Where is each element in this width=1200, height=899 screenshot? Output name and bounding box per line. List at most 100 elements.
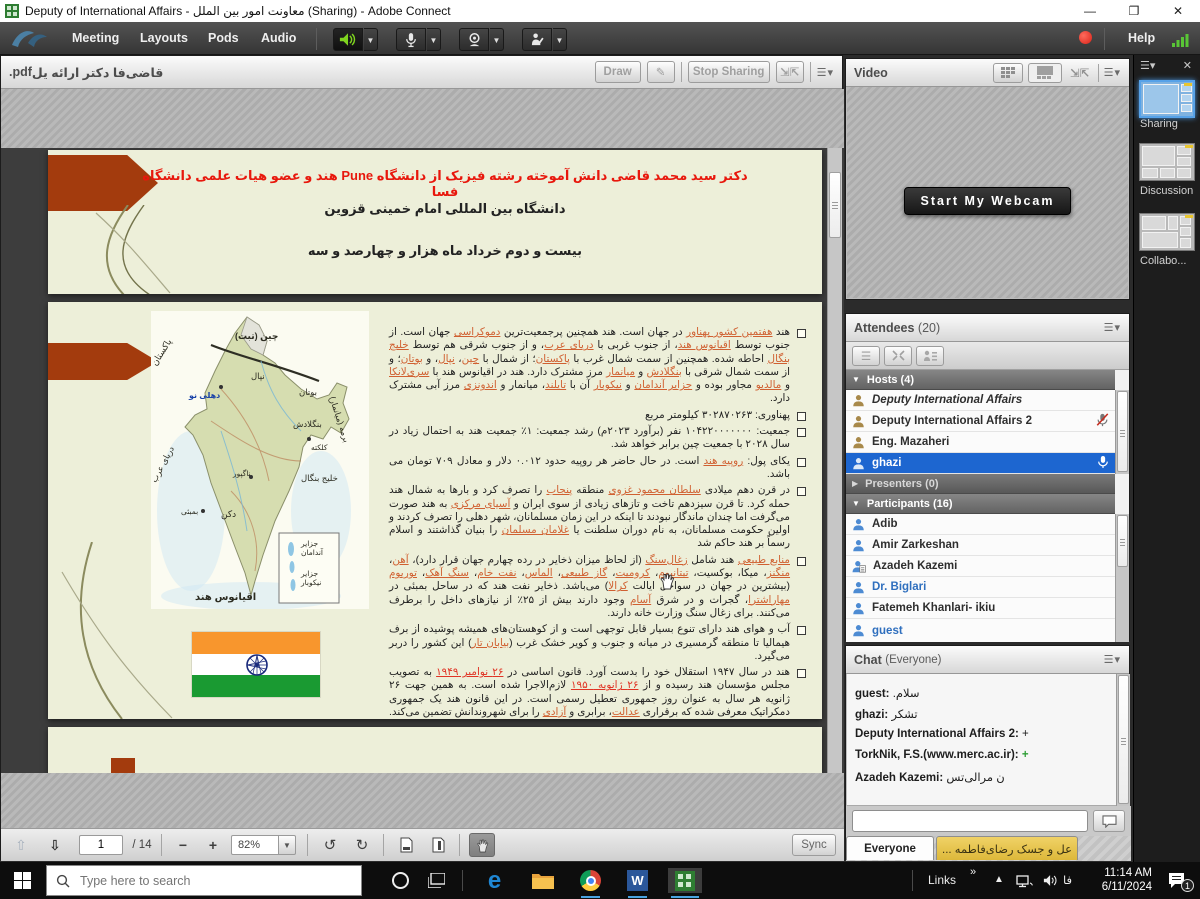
attendee-row[interactable]: Dr. Biglari [846,577,1115,598]
start-webcam-button[interactable]: Start My Webcam [904,187,1072,215]
stop-sharing-button[interactable]: Stop Sharing [688,61,770,83]
hand-tool-button[interactable] [469,833,495,857]
slide-3 [48,727,822,773]
dock-menu-icon[interactable]: ☰▾ [1140,59,1155,72]
task-view-icon[interactable] [424,868,449,893]
chat-input[interactable] [852,810,1088,832]
webcam-dropdown[interactable]: ▼ [490,28,504,51]
send-message-icon[interactable] [1093,810,1125,832]
attendees-pod-menu-icon[interactable]: ☰▾ [1104,321,1121,334]
speaker-dropdown[interactable]: ▼ [364,28,378,51]
word-icon[interactable]: W [625,868,650,893]
attendees-list: ▼Hosts (4) Deputy International Affairs … [846,370,1129,640]
chat-tab-everyone[interactable]: Everyone [846,836,934,860]
hosts-scrollbar[interactable] [1115,390,1129,474]
zoom-in-icon[interactable]: + [201,834,225,856]
document-viewer[interactable]: دکتر سید محمد قاضی دانش آموخته رشته فیزی… [1,148,844,773]
attendee-row[interactable]: Deputy International Affairs [846,390,1115,411]
menu-audio[interactable]: Audio [261,31,296,45]
layout-label-collaboration[interactable]: Collabo... [1140,255,1186,267]
pod-fullscreen-icon[interactable]: ⇲⇱ [1067,63,1093,83]
attendee-row[interactable]: Fatemeh Khanlari- ikiu [846,598,1115,619]
search-input[interactable] [78,873,328,889]
draw-button[interactable]: Draw [595,61,641,83]
notification-icon[interactable]: 1 [1160,868,1192,893]
attendee-row[interactable]: Eng. Mazaheri [846,432,1115,453]
file-explorer-icon[interactable] [530,868,555,893]
restore-button[interactable]: ❐ [1112,0,1156,22]
zoom-out-icon[interactable]: − [171,834,195,856]
document-scrollbar-thumb[interactable] [829,172,841,238]
microphone-dropdown[interactable]: ▼ [427,28,441,51]
edge-icon[interactable]: e [482,868,507,893]
grid-view-icon[interactable] [993,63,1023,83]
layout-thumb-sharing[interactable] [1139,80,1195,118]
cortana-icon[interactable] [388,868,413,893]
participants-section-header[interactable]: ▼Participants (16) [846,494,1115,514]
chat-pod-menu-icon[interactable]: ☰▾ [1104,653,1121,666]
raise-hand-dropdown[interactable]: ▼ [553,28,567,51]
fullscreen-icon[interactable]: ⇲⇱ [776,61,804,83]
fit-width-icon[interactable] [425,834,451,856]
page-total: / 14 [127,834,157,856]
list-view-icon[interactable]: ☰ [852,346,880,366]
webcam-button[interactable] [459,28,489,51]
language-indicator[interactable]: فا [1063,873,1072,887]
page-input[interactable] [79,835,123,855]
breakout-view-icon[interactable] [884,346,912,366]
layout-label-discussion[interactable]: Discussion [1140,185,1193,197]
raise-hand-button[interactable] [522,28,552,51]
sync-button[interactable]: Sync [792,834,836,856]
clock[interactable]: 11:14 AM 6/11/2024 [1090,866,1152,894]
taskbar-search[interactable] [46,865,362,896]
attendee-row[interactable]: guest [846,619,1115,642]
status-view-icon[interactable] [916,346,944,366]
minimize-button[interactable]: ― [1068,0,1112,22]
adobe-connect-taskbar-icon[interactable] [668,868,702,893]
zoom-level-value[interactable]: 82% [231,835,279,855]
signal-strength-icon [1172,32,1192,47]
network-icon[interactable] [1012,868,1037,893]
links-toolbar[interactable]: Links [928,873,956,887]
menu-meeting[interactable]: Meeting [72,31,119,45]
record-indicator [1079,31,1092,44]
rotate-left-icon[interactable]: ↺ [317,834,343,856]
layout-thumb-collaboration[interactable] [1139,213,1195,251]
microphone-button[interactable] [396,28,426,51]
participants-scrollbar[interactable] [1115,514,1129,642]
chat-tab-private[interactable]: ...‎ رضای‌فاطمه‎ جسک‎ و‎ عل [936,836,1078,860]
close-button[interactable]: ✕ [1156,0,1200,22]
chevron-up-icon[interactable]: ▲ [994,874,1004,885]
speaker-button[interactable] [333,28,363,51]
page-up-icon[interactable]: ⇧ [9,834,33,856]
attendee-row-selected[interactable]: ghazi [846,453,1115,474]
page-down-icon[interactable]: ⇩ [43,834,67,856]
rotate-right-icon[interactable]: ↻ [349,834,375,856]
menu-layouts[interactable]: Layouts [140,31,188,45]
pen-icon[interactable]: ✎ [647,61,675,83]
chat-messages[interactable]: guest: سلام. ghazi: تشکر Deputy Internat… [847,674,1130,806]
start-button[interactable] [10,868,35,893]
slide-1: دکتر سید محمد قاضی دانش آموخته رشته فیزی… [48,150,822,294]
dock-close-icon[interactable]: ✕ [1183,59,1192,72]
presenters-section-header[interactable]: ▶Presenters (0) [846,474,1115,494]
chat-scrollbar[interactable] [1116,674,1130,806]
attendee-row[interactable]: Amir Zarkeshan [846,535,1115,556]
zoom-dropdown-icon[interactable]: ▼ [279,835,296,855]
share-pod-menu-icon[interactable]: ☰▾ [817,66,834,79]
filmstrip-view-icon[interactable] [1028,63,1062,83]
layout-thumb-discussion[interactable] [1139,143,1195,181]
attendee-row[interactable]: Deputy International Affairs 2 [846,411,1115,432]
document-scrollbar[interactable] [827,148,842,773]
layout-label-sharing[interactable]: Sharing [1140,118,1178,130]
attendee-row[interactable]: Azadeh Kazemi [846,556,1115,577]
hosts-section-header[interactable]: ▼Hosts (4) [846,370,1115,390]
attendee-row[interactable]: Adib [846,514,1115,535]
fit-page-icon[interactable] [393,834,419,856]
chrome-icon[interactable] [578,868,603,893]
video-pod-menu-icon[interactable]: ☰▾ [1104,66,1121,79]
links-expand-icon[interactable]: » [970,866,976,878]
help-menu[interactable]: Help [1128,31,1155,45]
volume-icon[interactable] [1038,868,1063,893]
menu-pods[interactable]: Pods [208,31,239,45]
